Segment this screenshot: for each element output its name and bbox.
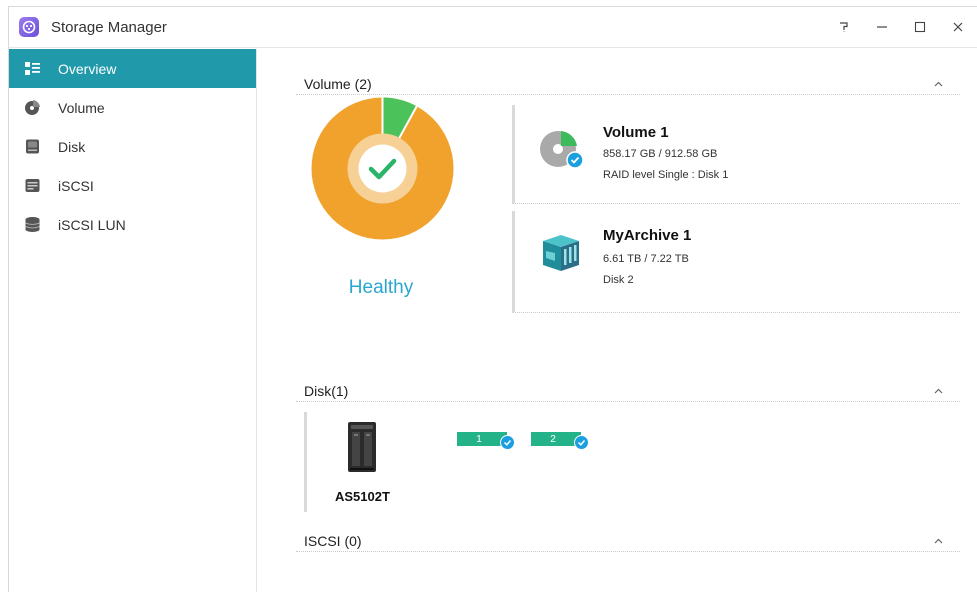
nas-device-icon[interactable] (347, 421, 377, 473)
sidebar-item-label: iSCSI (58, 177, 94, 194)
check-icon (574, 435, 589, 450)
window-title: Storage Manager (51, 18, 167, 36)
storage-manager-app-icon (19, 17, 39, 37)
collapse-chevron-icon[interactable] (932, 78, 944, 90)
sidebar-item-label: Overview (58, 60, 117, 77)
title-bar: Storage Manager (9, 7, 977, 48)
sidebar-item-overview[interactable]: Overview (9, 49, 256, 88)
disk-icon (23, 138, 41, 156)
close-button[interactable] (939, 7, 977, 47)
iscsi-icon (23, 177, 41, 195)
disk-section-title: Disk(1) (304, 382, 349, 399)
disk-device-panel: AS5102T 1 2 (304, 412, 960, 512)
close-icon (953, 22, 963, 32)
nas-device-name: AS5102T (335, 489, 390, 504)
volume-pie-icon (537, 124, 585, 172)
iscsi-lun-icon (23, 216, 41, 234)
disk-section-header[interactable]: Disk(1) (296, 380, 960, 402)
archive-icon (537, 227, 585, 275)
check-icon (500, 435, 515, 450)
collapse-chevron-icon[interactable] (932, 385, 944, 397)
minimize-button[interactable] (863, 7, 901, 47)
volume-name: Volume 1 (603, 124, 669, 141)
iscsi-section-header[interactable]: ISCSI (0) (296, 530, 960, 552)
overview-icon (23, 60, 41, 78)
donut-center (358, 144, 407, 193)
volume-size: 6.61 TB / 7.22 TB (603, 253, 689, 265)
sidebar: Overview Volume Disk iSCSI iSCSI LUN (9, 49, 257, 592)
sidebar-item-label: Disk (58, 138, 86, 155)
main-content: Volume (2) Healthy Volume 1 858.17 GB / … (296, 49, 977, 592)
disk-slot-label: 2 (550, 433, 556, 445)
help-icon (840, 22, 848, 32)
volume-raid-desc: RAID level Single : Disk 1 (603, 169, 729, 181)
disk-slot-2[interactable]: 2 (531, 432, 589, 450)
help-button[interactable] (825, 7, 863, 47)
sidebar-item-label: Volume (58, 99, 105, 116)
volume-card[interactable]: Volume 1 858.17 GB / 912.58 GB RAID leve… (512, 105, 960, 204)
storage-manager-window: Storage Manager Overview Volume Disk iSC… (8, 6, 977, 592)
sidebar-item-iscsi[interactable]: iSCSI (9, 166, 256, 205)
sidebar-item-iscsi-lun[interactable]: iSCSI LUN (9, 205, 256, 244)
disk-slot-1[interactable]: 1 (457, 432, 515, 450)
iscsi-section-title: ISCSI (0) (304, 532, 362, 549)
volume-icon (23, 99, 41, 117)
volume-usage-donut (310, 96, 455, 241)
volume-disk-desc: Disk 2 (603, 274, 634, 286)
volume-card[interactable]: MyArchive 1 6.61 TB / 7.22 TB Disk 2 (512, 211, 960, 313)
minimize-icon (877, 26, 887, 28)
maximize-button[interactable] (901, 7, 939, 47)
sidebar-item-label: iSCSI LUN (58, 216, 126, 233)
volume-name: MyArchive 1 (603, 227, 692, 244)
volume-section-header[interactable]: Volume (2) (296, 73, 960, 95)
volume-size: 858.17 GB / 912.58 GB (603, 148, 718, 160)
sidebar-item-disk[interactable]: Disk (9, 127, 256, 166)
sidebar-item-volume[interactable]: Volume (9, 88, 256, 127)
maximize-icon (914, 21, 926, 33)
collapse-chevron-icon[interactable] (932, 535, 944, 547)
volume-section-title: Volume (2) (304, 75, 372, 92)
health-status: Healthy (348, 277, 414, 298)
disk-slot-label: 1 (476, 433, 482, 445)
